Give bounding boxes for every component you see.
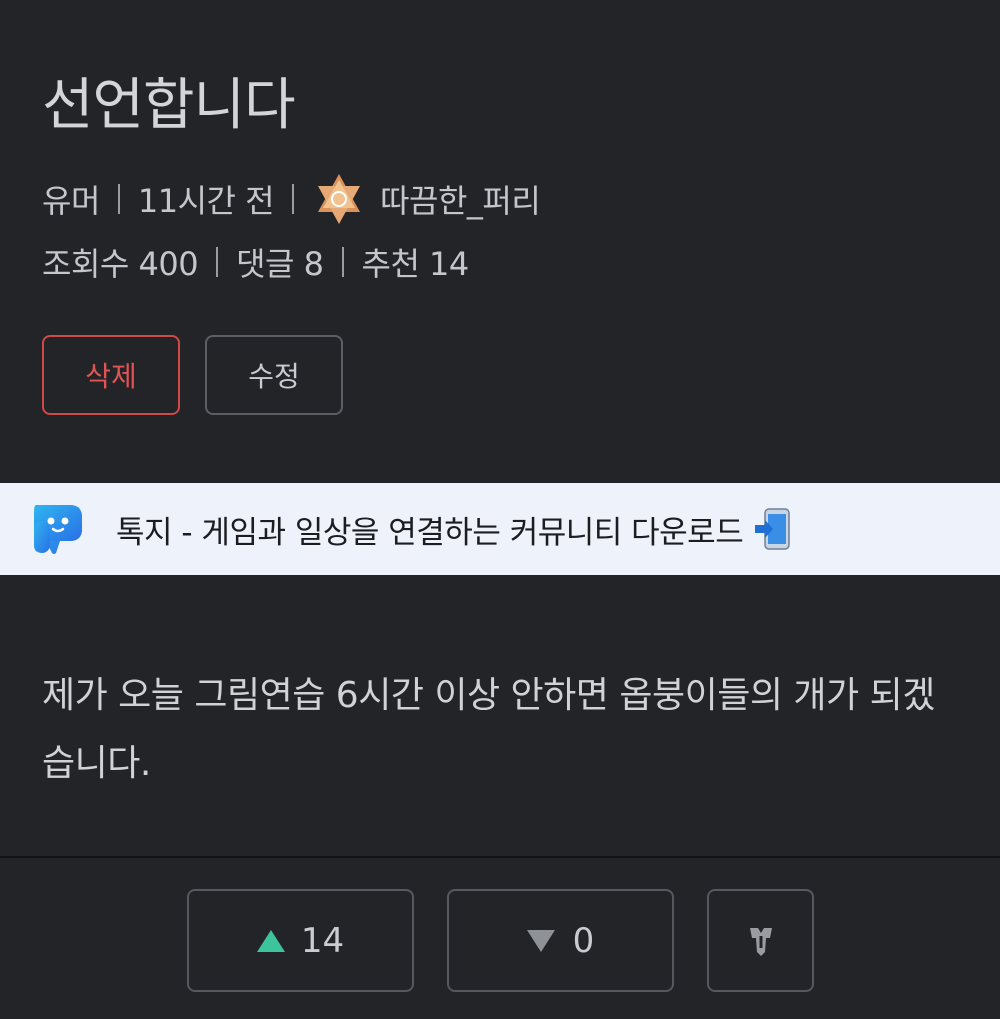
rank-badge-icon: [318, 174, 361, 224]
page-title: 선언합니다: [42, 73, 296, 138]
author-name[interactable]: 따끔한_퍼리: [380, 176, 541, 222]
separator: [117, 184, 120, 214]
separator: [216, 247, 219, 277]
downvote-button[interactable]: 0: [447, 889, 674, 992]
time-ago: 11시간 전: [137, 182, 275, 220]
separator: [341, 247, 344, 277]
comments-count[interactable]: 댓글 8: [236, 239, 324, 285]
phone-download-icon: [755, 508, 790, 550]
downvote-count: 0: [572, 920, 595, 961]
app-logo-icon: [34, 505, 82, 554]
post-meta-row: 유머 11시간 전 따끔한_퍼리: [42, 174, 541, 224]
upvote-button[interactable]: 14: [187, 889, 414, 992]
post-body: 제가 오늘 그림연습 6시간 이상 안하면 옵붕이들의 개가 되겠습니다.: [42, 675, 935, 784]
upvote-icon: [256, 929, 285, 952]
recommend-count: 추천 14: [361, 245, 470, 283]
banner-text[interactable]: 톡지 - 게임과 일상을 연결하는 커뮤니티 다운로드: [116, 507, 744, 552]
category-label[interactable]: 유머: [42, 176, 100, 222]
downvote-icon: [526, 929, 555, 952]
report-icon: [749, 927, 772, 956]
divider: [0, 856, 1000, 858]
edit-button[interactable]: 수정: [205, 335, 343, 415]
views-count: 조회수 400: [42, 245, 199, 283]
upvote-count: 14: [300, 920, 345, 961]
separator: [292, 184, 295, 214]
post-stats-row: 조회수 400 댓글 8 추천 14: [42, 240, 469, 284]
delete-button[interactable]: 삭제: [42, 335, 180, 415]
report-button[interactable]: [707, 889, 814, 992]
app-download-banner[interactable]: 톡지 - 게임과 일상을 연결하는 커뮤니티 다운로드: [0, 483, 1000, 575]
